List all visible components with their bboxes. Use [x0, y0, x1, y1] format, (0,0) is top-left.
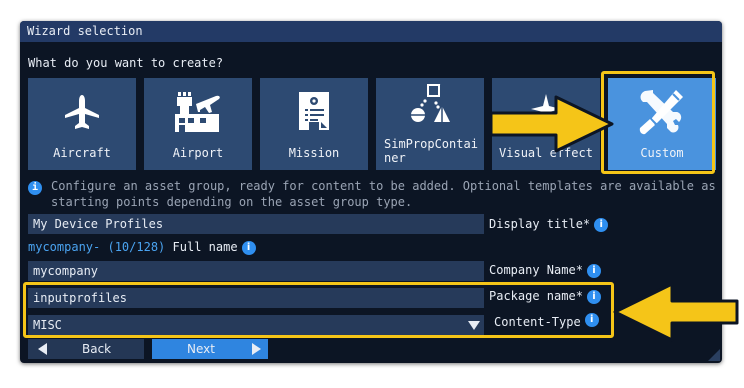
tile-label: Aircraft: [53, 146, 111, 160]
title-bar: Wizard selection: [20, 21, 722, 42]
tile-airport[interactable]: Airport: [144, 78, 252, 170]
next-label: Next: [187, 342, 215, 356]
company-name-input[interactable]: mycompany: [28, 261, 484, 281]
airport-tower-icon: [175, 92, 220, 132]
question-label: What do you want to create?: [28, 56, 224, 70]
full-name-row: mycompany- (10/128) Full name i: [28, 240, 256, 255]
arrow-left-icon: [38, 343, 47, 355]
tile-label: Visual effect: [499, 146, 593, 160]
company-name-label-text: Company Name*: [489, 263, 583, 277]
display-title-input[interactable]: My Device Profiles: [28, 214, 484, 234]
mission-document-icon: [299, 92, 329, 130]
info-icon: i: [28, 181, 42, 195]
dropdown-arrow[interactable]: [465, 316, 483, 334]
package-name-input[interactable]: inputprofiles: [28, 288, 484, 308]
tile-visual-effect[interactable]: Visual effect: [492, 78, 600, 170]
display-title-label-text: Display title*: [489, 217, 591, 231]
resize-grip-icon[interactable]: [708, 349, 720, 361]
window-title: Wizard selection: [27, 24, 143, 38]
content-type-label-text: Content-Type: [494, 315, 581, 329]
display-title-value: My Device Profiles: [33, 217, 164, 231]
content-type-label: Content-Type i: [494, 313, 599, 329]
package-name-label: Package name* i: [489, 289, 601, 304]
sim-prop-container-icon: [411, 84, 450, 122]
info-icon[interactable]: i: [584, 313, 599, 327]
chevron-down-icon: [468, 321, 480, 330]
full-name-count: (10/128): [107, 240, 166, 254]
tile-label: Mission: [288, 146, 340, 160]
company-name-label: Company Name* i: [489, 263, 601, 278]
tile-aircraft[interactable]: Aircraft: [28, 78, 136, 170]
content-type-value: MISC: [33, 318, 62, 332]
tile-label: Custom: [640, 146, 684, 160]
back-button[interactable]: Back: [28, 339, 144, 359]
info-icon[interactable]: i: [594, 217, 609, 232]
full-name-prefix: mycompany-: [28, 240, 101, 254]
tile-simpropcontainer[interactable]: SimPropContainer: [376, 78, 484, 170]
arrow-right-icon: [252, 343, 261, 355]
tile-custom[interactable]: Custom: [608, 78, 716, 170]
wizard-window: Wizard selection What do you want to cre…: [20, 21, 722, 363]
info-icon[interactable]: i: [241, 240, 256, 255]
custom-tools-icon: [639, 90, 683, 135]
back-label: Back: [82, 342, 112, 356]
airplane-icon: [65, 95, 99, 129]
full-name-label: Full name: [172, 240, 238, 254]
next-button[interactable]: Next: [152, 339, 268, 359]
description-text: Configure an asset group, ready for cont…: [51, 179, 716, 209]
tile-mission[interactable]: Mission: [260, 78, 368, 170]
tile-label: Airport: [172, 146, 224, 160]
display-title-label: Display title* i: [489, 217, 609, 232]
info-icon[interactable]: i: [586, 263, 601, 278]
package-name-label-text: Package name*: [489, 289, 583, 303]
tile-label: SimPropContainer: [384, 137, 478, 165]
sparkle-icon: [531, 94, 561, 124]
info-icon[interactable]: i: [586, 289, 601, 304]
package-name-value: inputprofiles: [33, 291, 127, 305]
company-name-value: mycompany: [33, 264, 99, 278]
content-type-select[interactable]: MISC: [28, 315, 484, 335]
